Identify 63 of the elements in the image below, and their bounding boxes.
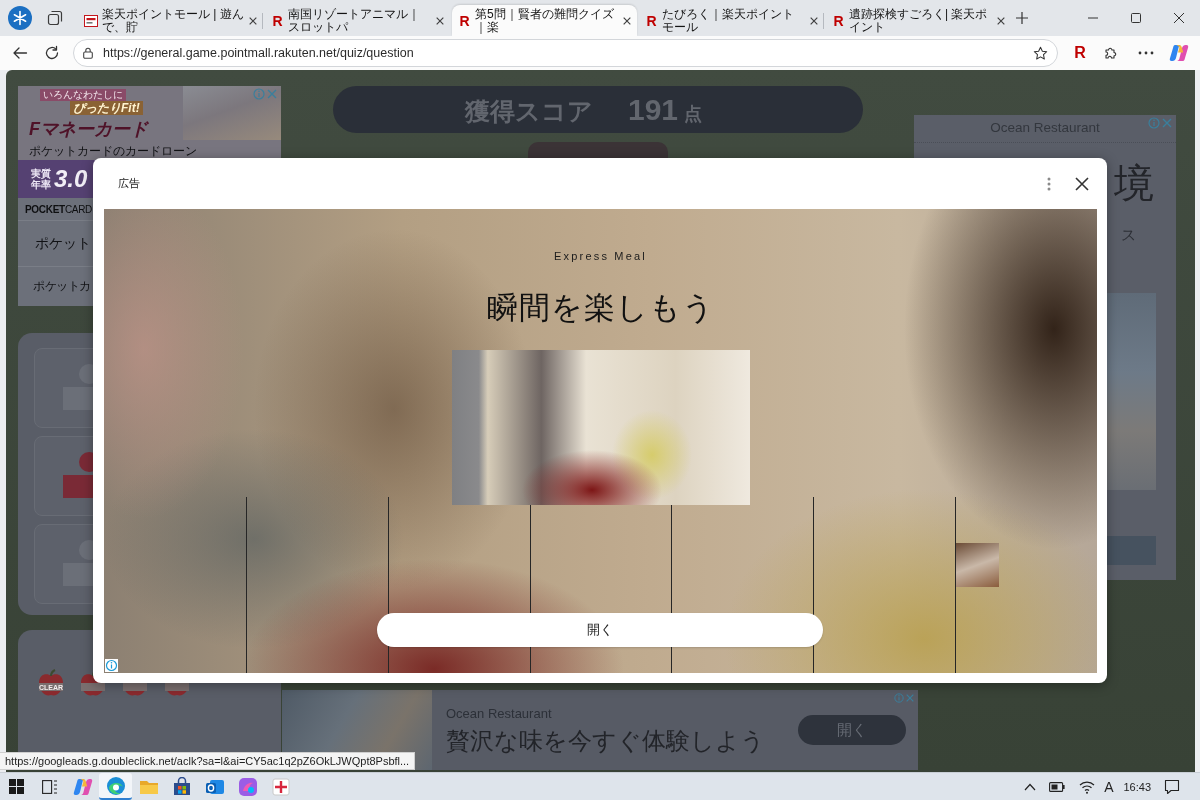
ad-tagline: ぴったりFit! — [70, 101, 143, 115]
extension-button[interactable]: R — [1072, 44, 1088, 62]
ad-headline: 境 — [1114, 161, 1154, 205]
battery-icon[interactable] — [1049, 781, 1066, 792]
score-unit: 点 — [684, 103, 703, 126]
ad-tagline: いろんなわたしに — [40, 89, 126, 101]
info-icon[interactable] — [105, 659, 118, 672]
site-favicon — [84, 14, 98, 27]
ad-headline: 瞬間を楽しもう — [486, 290, 715, 326]
taskbar-app-button[interactable] — [99, 773, 132, 800]
more-icon[interactable] — [1138, 51, 1154, 55]
close-icon[interactable] — [1075, 176, 1089, 191]
app-logo-icon — [72, 776, 93, 797]
start-icon[interactable] — [9, 779, 24, 794]
stacked-squares-icon[interactable] — [47, 10, 63, 26]
kebab-menu-icon[interactable] — [1047, 176, 1051, 191]
ad-label: 広告 — [118, 176, 140, 191]
close-icon[interactable] — [1173, 13, 1184, 23]
brand-text: POCKETCARD — [25, 203, 92, 215]
plus-icon[interactable] — [1015, 11, 1029, 25]
round-logo-icon — [105, 775, 126, 796]
wifi-icon[interactable] — [1079, 779, 1096, 794]
open-button[interactable]: 開く — [377, 613, 823, 647]
puzzle-icon[interactable] — [1103, 45, 1119, 61]
ad-headline: 贅沢な味を今すぐ体験しよう — [446, 726, 765, 755]
task-view-icon[interactable] — [41, 779, 58, 794]
close-icon[interactable] — [996, 15, 1006, 26]
rate-label: 実質 — [31, 168, 51, 179]
ad-description: ポケットカ — [33, 279, 91, 293]
apple-icon — [36, 668, 66, 698]
close-icon[interactable] — [248, 15, 258, 26]
site-favicon: R — [458, 13, 471, 28]
close-icon[interactable] — [622, 15, 632, 26]
chevron-up-icon[interactable] — [1024, 782, 1037, 791]
status-url: https://googleads.g.doubleclick.net/aclk?sa=l&ai=CY5ac1q2pZ6OkLJWQpt8Psbfl... — [0, 752, 416, 770]
rounded-tile-icon — [237, 776, 258, 797]
ad-brand: Express Meal — [553, 250, 647, 263]
rate-label: 年率 — [31, 179, 51, 190]
maximize-icon[interactable] — [1130, 13, 1141, 23]
clock-time[interactable]: 16:43 — [1123, 780, 1151, 793]
lock-icon — [83, 47, 93, 59]
notification-icon[interactable] — [1164, 778, 1180, 795]
input-mode-indicator[interactable]: A — [1104, 778, 1114, 795]
cross-tile-icon — [270, 776, 291, 797]
shopping-bag-icon — [171, 776, 192, 797]
back-icon[interactable] — [12, 45, 28, 61]
close-icon[interactable] — [809, 15, 819, 26]
site-favicon: R — [645, 13, 658, 28]
profile-icon[interactable] — [8, 6, 32, 30]
app-logo-icon[interactable] — [1169, 43, 1189, 63]
ad-headline: ポケット — [35, 234, 91, 253]
address-bar[interactable]: https://general.game.pointmall.rakuten.net/quiz/question — [73, 39, 1058, 67]
refresh-icon[interactable] — [44, 45, 60, 61]
rate-value: 3.0 — [54, 165, 88, 193]
thumbnail-placeholder — [956, 543, 1000, 587]
score-label: 獲得スコア — [464, 96, 593, 127]
star-icon[interactable] — [1033, 45, 1048, 61]
ad-product-title: Fマネーカード — [29, 118, 148, 140]
site-favicon: R — [832, 13, 845, 28]
close-icon[interactable] — [435, 15, 445, 26]
ad-subtitle: ポケットカードのカードローン — [29, 144, 197, 158]
site-favicon: R — [271, 13, 284, 28]
score-value: 191 — [627, 92, 679, 128]
